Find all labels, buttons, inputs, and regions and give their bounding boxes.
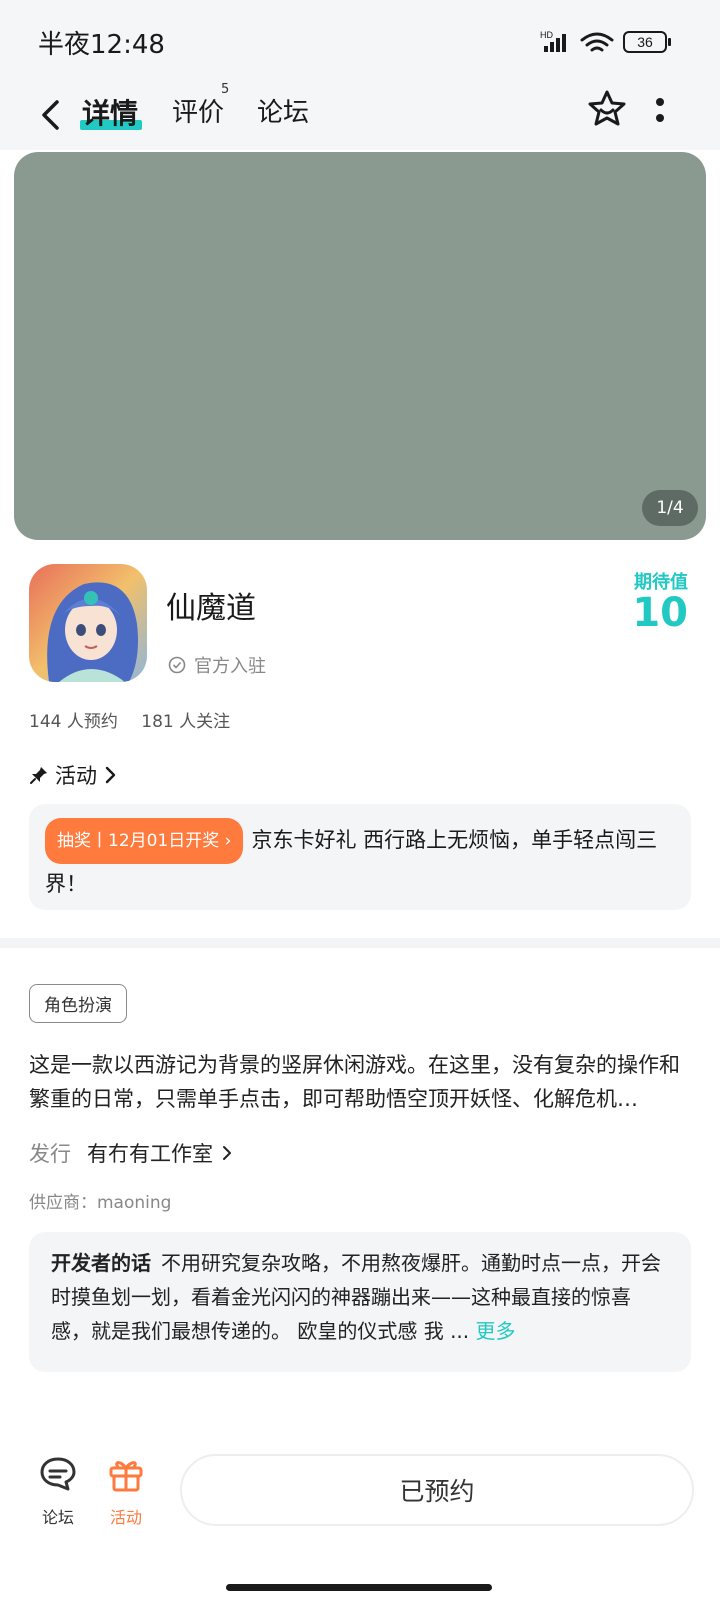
signal-icon: HD: [540, 30, 566, 52]
publisher-name: 有冇有工作室: [87, 1142, 213, 1166]
expectation-score: 10: [632, 590, 688, 636]
lottery-badge[interactable]: 抽奖丨12月01日开奖 ›: [45, 818, 244, 864]
chevron-right-icon: [105, 766, 116, 784]
home-indicator[interactable]: [226, 1584, 492, 1591]
official-label: 官方入驻: [194, 656, 266, 677]
tab-forum[interactable]: 论坛: [257, 92, 309, 129]
activity-button[interactable]: 活动: [98, 1454, 154, 1528]
chevron-left-icon: [42, 100, 59, 130]
media-banner[interactable]: 1/4: [14, 152, 706, 540]
publisher-label: 发行: [29, 1142, 71, 1166]
developer-notes-title: 开发者的话: [51, 1251, 151, 1275]
favorite-button[interactable]: [586, 88, 628, 130]
wifi-icon: [580, 32, 614, 52]
follower-count: 181 人关注: [141, 712, 231, 732]
genre-tag[interactable]: 角色扮演: [29, 984, 127, 1023]
section-divider: [0, 938, 720, 948]
supplier-info: 供应商：maoning: [29, 1193, 172, 1213]
navbar: 详情 评价 5 论坛: [0, 82, 720, 150]
forum-label: 论坛: [41, 1508, 74, 1527]
game-description[interactable]: 这是一款以西游记为背景的竖屏休闲游戏。在这里，没有复杂的操作和繁重的日常，只需单…: [29, 1048, 693, 1116]
tab-review-count: 5: [221, 82, 230, 97]
tab-review[interactable]: 评价: [172, 92, 224, 129]
reserved-button[interactable]: 已预约: [180, 1454, 694, 1526]
activity-header[interactable]: 活动: [29, 760, 117, 790]
app-icon: [29, 564, 147, 682]
back-button[interactable]: [32, 92, 68, 138]
app-title: 仙魔道: [166, 591, 256, 626]
app-stats: 144 人预约 181 人关注: [29, 707, 248, 732]
bottom-action-bar: 论坛 活动 已预约: [0, 1438, 720, 1600]
official-badge: 官方入驻: [168, 652, 266, 678]
lottery-badge-label: 抽奖丨12月01日开奖: [57, 831, 220, 851]
status-time: 半夜12:48: [38, 30, 165, 60]
dot-icon: [656, 114, 664, 122]
hd-label: HD: [540, 30, 553, 40]
chevron-right-icon: [223, 1146, 231, 1160]
forum-button[interactable]: 论坛: [30, 1454, 86, 1528]
star-icon: [588, 90, 626, 126]
status-icons: HD 36: [540, 28, 680, 58]
tab-detail[interactable]: 详情: [82, 92, 138, 132]
pin-icon: [30, 767, 47, 784]
gift-icon: [109, 1461, 143, 1492]
battery-icon: 36: [623, 31, 671, 53]
more-link[interactable]: 更多: [476, 1319, 516, 1343]
chat-bubble-icon: [40, 1457, 76, 1491]
reservation-count: 144 人预约: [29, 712, 118, 732]
battery-level: 36: [637, 34, 653, 50]
publisher-row[interactable]: 发行 有冇有工作室: [29, 1138, 235, 1168]
status-bar: 半夜12:48 HD 36: [0, 0, 720, 82]
dot-icon: [656, 98, 664, 106]
activity-card[interactable]: 抽奖丨12月01日开奖 › 京东卡好礼 西行路上无烦恼，单手轻点闯三界！: [29, 804, 691, 910]
activity-label: 活动: [109, 1508, 142, 1527]
more-options-button[interactable]: [650, 92, 670, 128]
banner-page-counter: 1/4: [642, 490, 698, 526]
check-circle-icon: [168, 656, 186, 674]
activity-header-label: 活动: [55, 764, 97, 788]
developer-notes-card[interactable]: 开发者的话 不用研究复杂攻略，不用熬夜爆肝。通勤时点一点，开会时摸鱼划一划，看着金…: [29, 1232, 691, 1372]
